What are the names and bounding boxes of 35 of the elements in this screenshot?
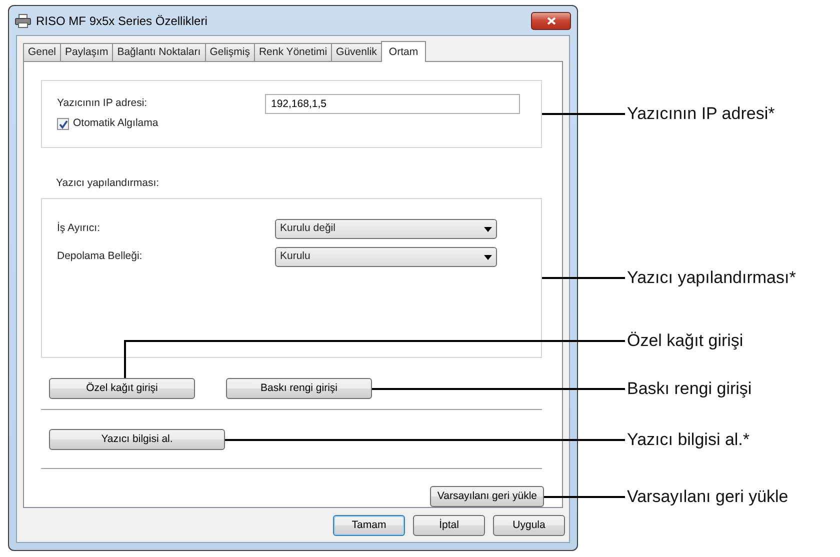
- dialog-button[interactable]: Uygula: [493, 515, 565, 536]
- tab[interactable]: Renk Yönetimi: [254, 43, 332, 62]
- field-label: İş Ayırıcı:: [57, 221, 101, 236]
- entry-button[interactable]: Baskı rengi girişi: [226, 378, 372, 399]
- callout-label: Özel kağıt girişi: [627, 330, 744, 352]
- field-label: Depolama Belleği:: [57, 249, 144, 264]
- tab[interactable]: Paylaşım: [60, 43, 114, 62]
- ip-address-field[interactable]: 192,168,1,5: [265, 94, 520, 114]
- dialog-button[interactable]: Tamam: [333, 515, 405, 536]
- checkbox-label: Otomatik Algılama: [73, 116, 158, 132]
- caret-icon: [484, 254, 492, 260]
- tab[interactable]: Genel: [23, 43, 62, 62]
- entry-button[interactable]: Özel kağıt girişi: [49, 378, 195, 399]
- field-label: Yazıcının IP adresi:: [57, 96, 148, 112]
- checkbox[interactable]: [57, 118, 69, 130]
- tab[interactable]: Bağlantı Noktaları: [112, 43, 206, 62]
- tab[interactable]: Ortam: [380, 41, 426, 62]
- dropdown[interactable]: Kurulu: [275, 247, 497, 267]
- caret-icon: [484, 226, 492, 232]
- tab[interactable]: Gelişmiş: [204, 43, 255, 62]
- window-title: RISO MF 9x5x Series Özellikleri: [36, 12, 208, 30]
- close-button[interactable]: [531, 12, 571, 30]
- callout-label: Yazıcının IP adresi*: [627, 104, 775, 124]
- get-printer-info-button[interactable]: Yazıcı bilgisi al.: [49, 429, 225, 450]
- callout-label: Varsayılanı geri yükle: [627, 486, 788, 508]
- tab[interactable]: Güvenlik: [331, 43, 382, 62]
- close-icon: [546, 16, 556, 25]
- restore-defaults-button[interactable]: Varsayılanı geri yükle: [430, 486, 544, 507]
- dropdown[interactable]: Kurulu değil: [275, 219, 497, 239]
- printer-icon: [15, 14, 31, 28]
- callout-label: Yazıcı yapılandırması*: [627, 268, 796, 288]
- section-label: Yazıcı yapılandırması:: [56, 176, 160, 192]
- callout-label: Baskı rengi girişi: [627, 378, 752, 400]
- dialog-button[interactable]: İptal: [413, 515, 485, 536]
- callout-label: Yazıcı bilgisi al.*: [627, 430, 750, 450]
